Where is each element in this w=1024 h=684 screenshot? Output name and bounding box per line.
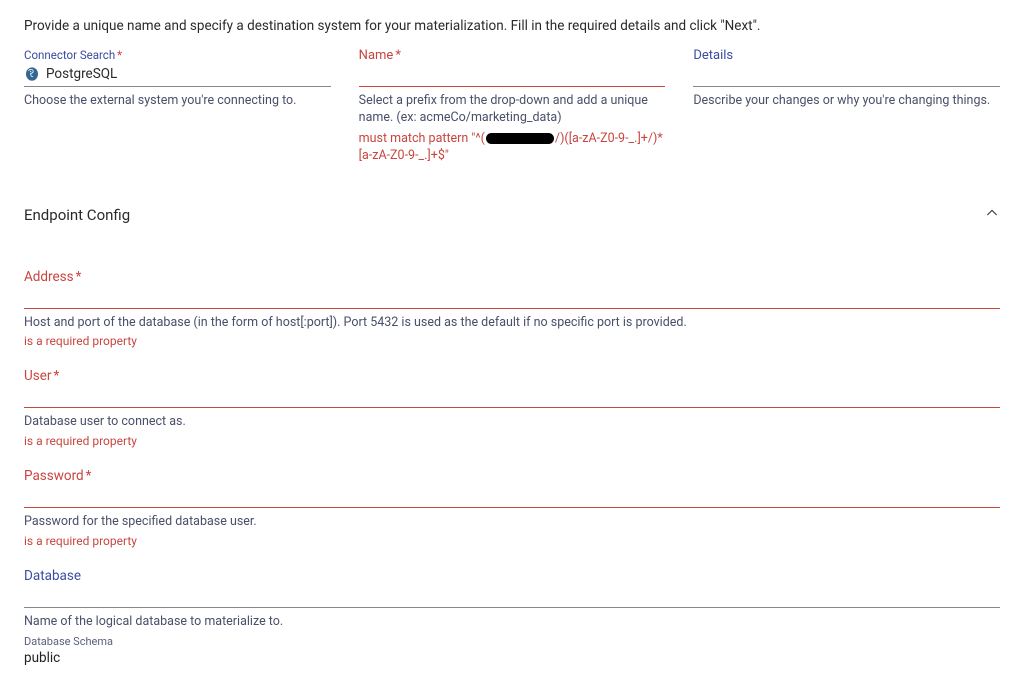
connector-selected-value: PostgreSQL [46,66,117,82]
database-helper: Name of the logical database to material… [24,614,1000,631]
details-label: Details [693,48,1000,63]
address-helper: Host and port of the database (in the fo… [24,315,1000,332]
page-intro: Provide a unique name and specify a dest… [24,18,1000,34]
name-helper: Select a prefix from the drop-down and a… [359,93,666,127]
connector-search-label: Connector Search* [24,48,331,62]
top-fields-row: Connector Search* PostgreSQL Choose the … [24,48,1000,165]
endpoint-config-header[interactable]: Endpoint Config [24,205,1000,225]
connector-search-field: Connector Search* PostgreSQL Choose the … [24,48,331,110]
password-error: is a required property [24,534,1000,548]
name-input[interactable] [359,65,666,87]
database-schema-value: public [24,650,1000,666]
address-field: Address* Host and port of the database (… [24,269,1000,349]
address-input[interactable] [24,287,1000,309]
password-input[interactable] [24,486,1000,508]
user-field: User* Database user to connect as. is a … [24,368,1000,448]
address-label: Address* [24,269,1000,285]
name-field: Name* Select a prefix from the drop-down… [359,48,666,165]
chevron-up-icon [984,205,1000,225]
database-schema-label: Database Schema [24,635,1000,648]
address-error: is a required property [24,334,1000,348]
password-label: Password* [24,468,1000,484]
connector-helper: Choose the external system you're connec… [24,93,331,110]
details-helper: Describe your changes or why you're chan… [693,93,1000,110]
redacted-text [486,133,554,144]
endpoint-config-title: Endpoint Config [24,206,130,224]
name-label: Name* [359,48,666,63]
user-label: User* [24,368,1000,384]
postgresql-icon [24,66,40,82]
user-input[interactable] [24,386,1000,408]
required-marker: * [53,368,59,384]
user-error: is a required property [24,434,1000,448]
database-input[interactable] [24,586,1000,608]
password-helper: Password for the specified database user… [24,514,1000,531]
user-helper: Database user to connect as. [24,414,1000,431]
required-marker: * [76,269,82,285]
connector-search-input[interactable]: PostgreSQL [24,64,331,87]
required-marker: * [86,468,92,484]
database-field: Database Name of the logical database to… [24,568,1000,666]
details-input[interactable] [693,65,1000,87]
password-field: Password* Password for the specified dat… [24,468,1000,548]
name-pattern-error: must match pattern "^(/)([a-zA-Z0-9-_.]+… [359,131,666,165]
required-marker: * [117,48,122,62]
details-field: Details Describe your changes or why you… [693,48,1000,110]
required-marker: * [395,48,401,63]
database-label: Database [24,568,1000,584]
